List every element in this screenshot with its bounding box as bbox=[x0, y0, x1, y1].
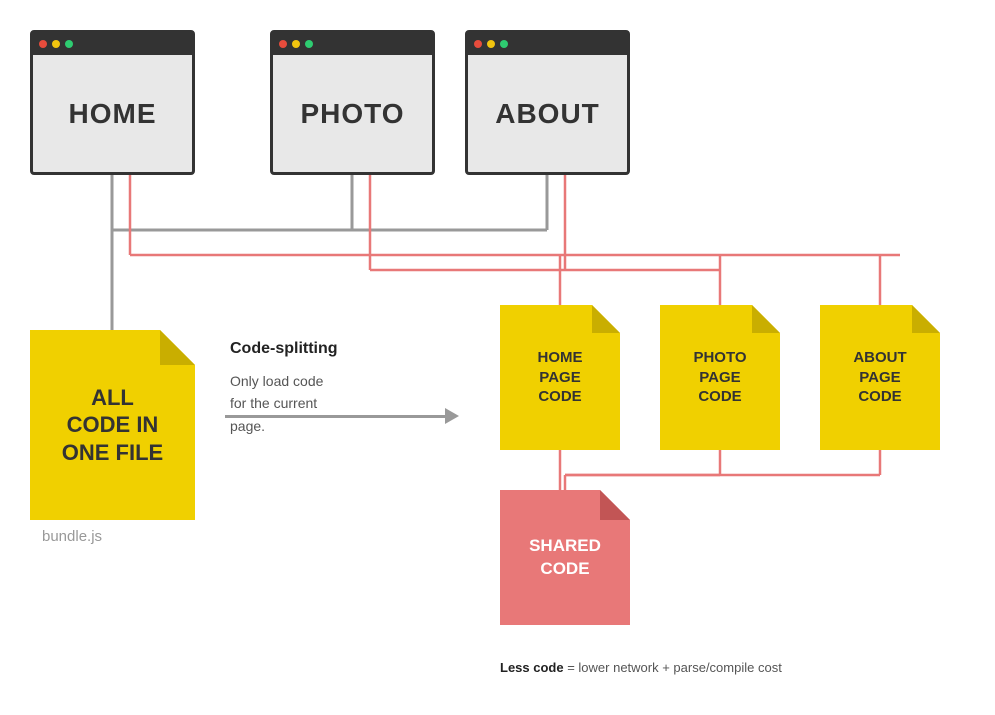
home-page-code-text: HOME PAGE CODE bbox=[538, 348, 583, 407]
dot-green bbox=[65, 40, 73, 48]
dot-red bbox=[279, 40, 287, 48]
home-page-code-file: HOME PAGE CODE bbox=[500, 305, 620, 450]
photo-label: PHOTO bbox=[273, 55, 432, 172]
shared-code-file: SHARED CODE bbox=[500, 490, 630, 625]
bundle-js-label: bundle.js bbox=[42, 528, 102, 545]
code-splitting-label: Code-splitting bbox=[230, 340, 338, 358]
footer-text: Less code = lower network + parse/compil… bbox=[500, 660, 782, 675]
home-browser: HOME bbox=[30, 30, 195, 175]
dot-yellow bbox=[292, 40, 300, 48]
about-page-code-text: ABOUT PAGE CODE bbox=[853, 348, 906, 407]
home-label: HOME bbox=[33, 55, 192, 172]
photo-page-code-text: PHOTO PAGE CODE bbox=[693, 348, 746, 407]
photo-titlebar bbox=[273, 33, 432, 55]
dot-yellow bbox=[52, 40, 60, 48]
photo-browser: PHOTO bbox=[270, 30, 435, 175]
dot-green bbox=[500, 40, 508, 48]
about-page-code-file: ABOUT PAGE CODE bbox=[820, 305, 940, 450]
shared-code-text: SHARED CODE bbox=[529, 535, 601, 579]
dot-red bbox=[39, 40, 47, 48]
about-browser: ABOUT bbox=[465, 30, 630, 175]
dot-green bbox=[305, 40, 313, 48]
footer-bold: Less code bbox=[500, 660, 564, 675]
about-titlebar bbox=[468, 33, 627, 55]
description-text: Only load code for the current page. bbox=[230, 370, 338, 437]
code-splitting-section: Code-splitting Only load code for the cu… bbox=[230, 340, 338, 437]
all-code-file: ALL CODE IN ONE FILE bbox=[30, 330, 195, 520]
home-titlebar bbox=[33, 33, 192, 55]
photo-page-code-file: PHOTO PAGE CODE bbox=[660, 305, 780, 450]
about-label: ABOUT bbox=[468, 55, 627, 172]
dot-yellow bbox=[487, 40, 495, 48]
all-code-text: ALL CODE IN ONE FILE bbox=[62, 384, 163, 467]
dot-red bbox=[474, 40, 482, 48]
arrow-head bbox=[445, 408, 459, 424]
footer-rest: = lower network + parse/compile cost bbox=[564, 660, 782, 675]
